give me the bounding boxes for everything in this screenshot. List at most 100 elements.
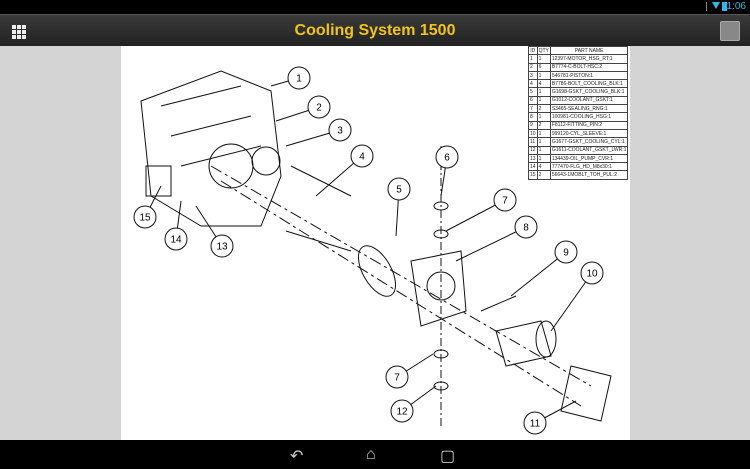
table-row: 15 2 56643-1MOBLT_TOH_PUL:2 bbox=[528, 170, 629, 180]
cell-part-name: G1012-COOLANT_GSKT:1 bbox=[549, 95, 629, 106]
parts-table: ID QTY PART NAME 1 1 12397-MOTOR_HSG_RT:1 2… bbox=[528, 45, 629, 180]
callout-number: 6 bbox=[444, 153, 450, 164]
table-row: 5 1 G1698-GSKT_COOLING_BLK:1 bbox=[528, 87, 629, 97]
callout-number: 4 bbox=[359, 152, 365, 163]
app-bar: Cooling System 1500 bbox=[0, 14, 750, 46]
callout-12: 12 bbox=[390, 385, 437, 423]
callout-number: 5 bbox=[396, 185, 402, 196]
cell-part-name: B7774-C-BOLT-HSC:2 bbox=[549, 62, 629, 72]
cell-id: 11 bbox=[528, 137, 538, 147]
cell-id: 1 bbox=[528, 54, 538, 64]
callout-number: 9 bbox=[563, 248, 569, 259]
callout-15: 15 bbox=[133, 185, 162, 229]
cell-qty: 1 bbox=[536, 145, 551, 155]
cell-part-name: G1677-GSKT_COOLING_CYL:1 bbox=[549, 137, 629, 147]
cell-part-name: 777470-FLG_HD_M8x30:1 bbox=[549, 162, 629, 172]
leader-line bbox=[455, 226, 527, 262]
callout-8: 8 bbox=[455, 215, 538, 262]
cell-qty: 1 bbox=[536, 153, 551, 164]
cell-id: 15 bbox=[528, 170, 538, 180]
cell-qty: 1 bbox=[536, 87, 551, 97]
callout-number: 3 bbox=[337, 126, 343, 137]
cell-id: 12 bbox=[528, 145, 538, 155]
callout-4: 4 bbox=[315, 144, 374, 197]
cell-id: 4 bbox=[528, 79, 538, 89]
cell-id: 9 bbox=[528, 120, 538, 130]
table-row: 7 2 S3465-SEALING_RNG:1 bbox=[528, 104, 629, 114]
callout-number: 8 bbox=[523, 223, 529, 234]
page-title: Cooling System 1500 bbox=[294, 22, 456, 39]
nav-bar: ↶ ⌂ ▢ bbox=[0, 440, 750, 469]
cell-part-name: F8112-FITTING_PIN:2 bbox=[549, 120, 629, 130]
table-row: 2 6 B7774-C-BOLT-HSC:2 bbox=[528, 62, 629, 72]
cell-id: 3 bbox=[528, 70, 538, 81]
status-bar: 1:06 bbox=[0, 0, 750, 14]
table-row: 10 1 999120-CYL_SLEEVE:1 bbox=[528, 128, 629, 139]
table-row: 13 1 134439-OIL_PUMP_CVR:1 bbox=[528, 153, 629, 164]
callout-2: 2 bbox=[275, 95, 331, 122]
table-row: 6 1 G1012-COOLANT_GSKT:1 bbox=[528, 95, 629, 106]
header-part-name: PART NAME bbox=[549, 45, 629, 56]
wifi-icon bbox=[712, 2, 720, 9]
callout-7: 7 bbox=[445, 188, 517, 232]
cell-id: 10 bbox=[528, 128, 538, 139]
callout-number: 14 bbox=[170, 235, 182, 246]
cell-qty: 1 bbox=[536, 95, 551, 106]
cell-part-name: 999120-CYL_SLEEVE:1 bbox=[549, 128, 629, 139]
callout-3: 3 bbox=[285, 118, 352, 147]
hide-view-icon[interactable] bbox=[720, 21, 740, 41]
cell-qty: 1 bbox=[536, 70, 551, 81]
cell-qty: 1 bbox=[536, 54, 551, 64]
callout-number: 13 bbox=[216, 242, 228, 253]
clock: 1:06 bbox=[726, 1, 746, 12]
cell-id: 5 bbox=[528, 87, 538, 97]
callout-9: 9 bbox=[510, 240, 578, 297]
cell-part-name: 100981-COOLING_HSG:1 bbox=[549, 112, 629, 122]
cell-qty: 4 bbox=[536, 162, 551, 172]
cell-qty: 1 bbox=[536, 137, 551, 147]
callout-number: 10 bbox=[586, 269, 598, 280]
table-row: 4 4 B7786-BOLT_COOLING_BLK:1 bbox=[528, 79, 629, 89]
callout-number: 12 bbox=[396, 407, 408, 418]
callout-number: 7 bbox=[394, 373, 400, 384]
table-row: 14 4 777470-FLG_HD_M8x30:1 bbox=[528, 162, 629, 172]
callout-number: 1 bbox=[296, 74, 302, 85]
recents-icon[interactable]: ▢ bbox=[440, 446, 455, 466]
callout-number: 7 bbox=[502, 196, 508, 207]
cell-part-name: B7786-BOLT_COOLING_BLK:1 bbox=[549, 79, 629, 89]
callout-number: 2 bbox=[316, 103, 322, 114]
cell-id: 13 bbox=[528, 153, 538, 164]
cell-id: 2 bbox=[528, 62, 538, 72]
cell-qty: 2 bbox=[536, 104, 551, 114]
callout-7: 7 bbox=[385, 353, 434, 389]
callout-11: 11 bbox=[523, 400, 577, 435]
cell-part-name: G1611-COOLANT_GSKT_LWR:1 bbox=[549, 145, 629, 155]
callout-number: 11 bbox=[530, 419, 541, 430]
parts-table-header: ID QTY PART NAME bbox=[528, 45, 629, 56]
table-row: 9 2 F8112-FITTING_PIN:2 bbox=[528, 120, 629, 130]
callout-1: 1 bbox=[270, 66, 311, 90]
callout-6: 6 bbox=[435, 145, 459, 197]
header-qty: QTY bbox=[536, 45, 551, 56]
cell-id: 6 bbox=[528, 95, 538, 106]
table-row: 3 1 546781-PISTON:1 bbox=[528, 70, 629, 81]
cell-qty: 1 bbox=[536, 112, 551, 122]
document-viewer[interactable]: 1 2 3 4 5 6 7 8 9 10 11 12 13 14 15 7 ID QTY PART NAME … bbox=[0, 45, 750, 440]
cell-qty: 4 bbox=[536, 79, 551, 89]
header-id: ID bbox=[528, 45, 538, 56]
table-row: 12 1 G1611-COOLANT_GSKT_LWR:1 bbox=[528, 145, 629, 155]
cell-part-name: S3465-SEALING_RNG:1 bbox=[549, 104, 629, 114]
cell-id: 14 bbox=[528, 162, 538, 172]
diagram-page: 1 2 3 4 5 6 7 8 9 10 11 12 13 14 15 7 ID QTY PART NAME … bbox=[121, 45, 630, 440]
cell-id: 7 bbox=[528, 104, 538, 114]
cell-part-name: 134439-OIL_PUMP_CVR:1 bbox=[549, 153, 629, 164]
callout-5: 5 bbox=[387, 177, 411, 237]
cell-part-name: 546781-PISTON:1 bbox=[549, 70, 629, 81]
home-icon[interactable]: ⌂ bbox=[366, 446, 376, 464]
callout-13: 13 bbox=[195, 205, 234, 258]
cell-qty: 6 bbox=[536, 62, 551, 72]
back-icon[interactable]: ↶ bbox=[290, 446, 303, 466]
cell-part-name: G1698-GSKT_COOLING_BLK:1 bbox=[549, 87, 629, 97]
cell-id: 8 bbox=[528, 112, 538, 122]
callout-number: 15 bbox=[139, 213, 151, 224]
